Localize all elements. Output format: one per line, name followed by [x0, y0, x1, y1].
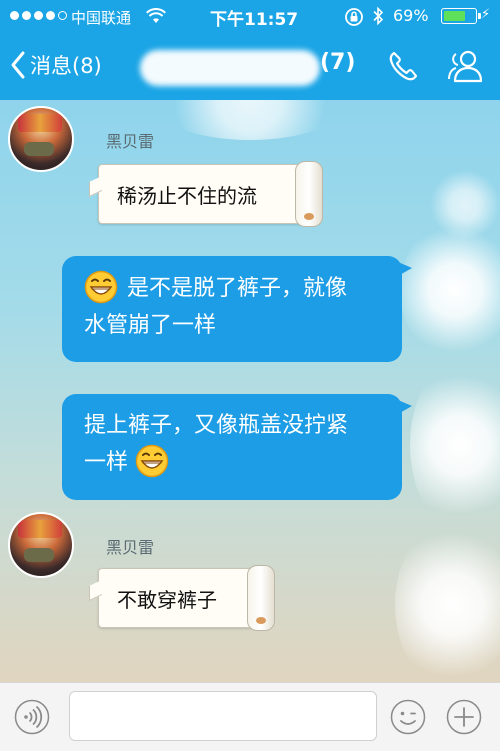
signal-strength-icon — [10, 11, 67, 20]
avatar[interactable] — [8, 512, 74, 578]
voice-icon[interactable] — [14, 699, 50, 739]
charging-icon: ⚡ — [481, 7, 491, 22]
contacts-icon[interactable] — [446, 48, 488, 88]
carrier-label: 中国联通 — [71, 9, 132, 27]
message-input[interactable] — [69, 691, 377, 741]
bluetooth-icon — [372, 6, 384, 30]
avatar[interactable] — [8, 106, 74, 172]
wifi-icon — [146, 8, 166, 28]
grin-emoji — [128, 444, 171, 478]
nav-bar: 消息(8) (7) — [0, 34, 500, 100]
message-text-line: 水管崩了一样 — [84, 313, 217, 338]
sparkler-effect — [410, 360, 500, 530]
message-bubble[interactable]: 提上裤子，又像瓶盖没拧紧 一样 — [62, 394, 412, 500]
back-label: 消息(8) — [30, 54, 102, 78]
message-text-line: 是不是脱了裤子，就像 — [127, 276, 348, 301]
header: 中国联通 下午11:57 69% ⚡ 消息(8) (7) — [0, 0, 500, 100]
sparkler-effect — [400, 220, 500, 360]
back-button[interactable]: 消息(8) — [10, 48, 102, 82]
redacted-title — [140, 50, 320, 86]
rotation-lock-icon — [344, 7, 364, 31]
message-bubble[interactable]: 是不是脱了裤子，就像 水管崩了一样 — [62, 256, 412, 362]
emoji-face-icon[interactable] — [390, 699, 426, 739]
chevron-left-icon — [11, 51, 25, 79]
grin-emoji — [84, 270, 127, 304]
chat-area[interactable]: 黑贝雷 稀汤止不住的流 是不是脱了裤子，就像 水管崩了一样 提上裤子，又像瓶盖没… — [0, 100, 500, 682]
sparkler-effect — [150, 100, 350, 140]
message-bubble[interactable]: 不敢穿裤子 — [89, 565, 275, 631]
sparkler-effect — [430, 170, 500, 240]
phone-icon[interactable] — [386, 48, 422, 88]
message-bubble[interactable]: 稀汤止不住的流 — [89, 161, 323, 227]
battery-percent: 69% — [393, 6, 429, 25]
status-time: 下午11:57 — [210, 10, 299, 30]
message-text-line: 提上裤子，又像瓶盖没拧紧 — [84, 413, 349, 438]
message-text-line: 一样 — [84, 450, 129, 475]
sender-name: 黑贝雷 — [106, 538, 155, 557]
status-bar: 中国联通 下午11:57 69% ⚡ — [0, 0, 500, 34]
battery-icon — [441, 8, 481, 24]
title-count: (7) — [320, 50, 356, 75]
sparkler-effect — [395, 520, 500, 682]
message-text: 稀汤止不住的流 — [117, 183, 257, 208]
sender-name: 黑贝雷 — [106, 132, 155, 151]
plus-icon[interactable] — [446, 699, 482, 739]
message-text: 不敢穿裤子 — [117, 587, 217, 612]
input-bar — [0, 682, 500, 751]
